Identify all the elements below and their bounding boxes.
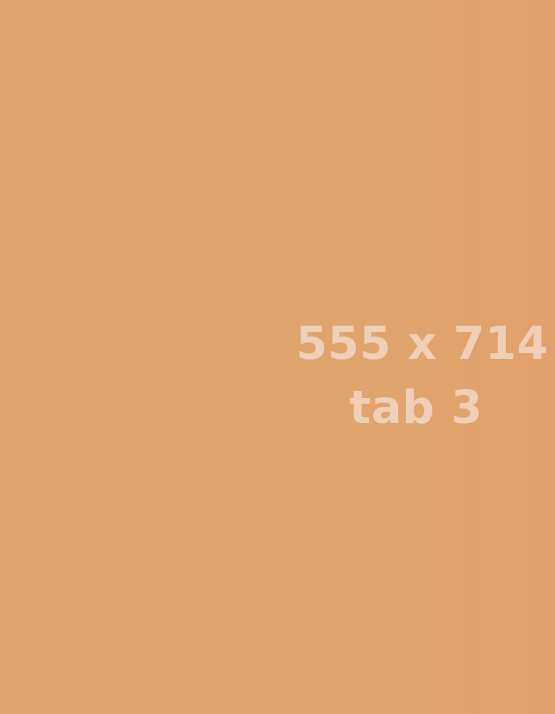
dimensions-label: 555 x 714 — [296, 317, 549, 370]
placeholder-caption: 555 x 714 tab 3 — [296, 312, 549, 440]
placeholder-image: 555 x 714 tab 3 — [0, 0, 555, 714]
tab-label: tab 3 — [349, 381, 483, 434]
